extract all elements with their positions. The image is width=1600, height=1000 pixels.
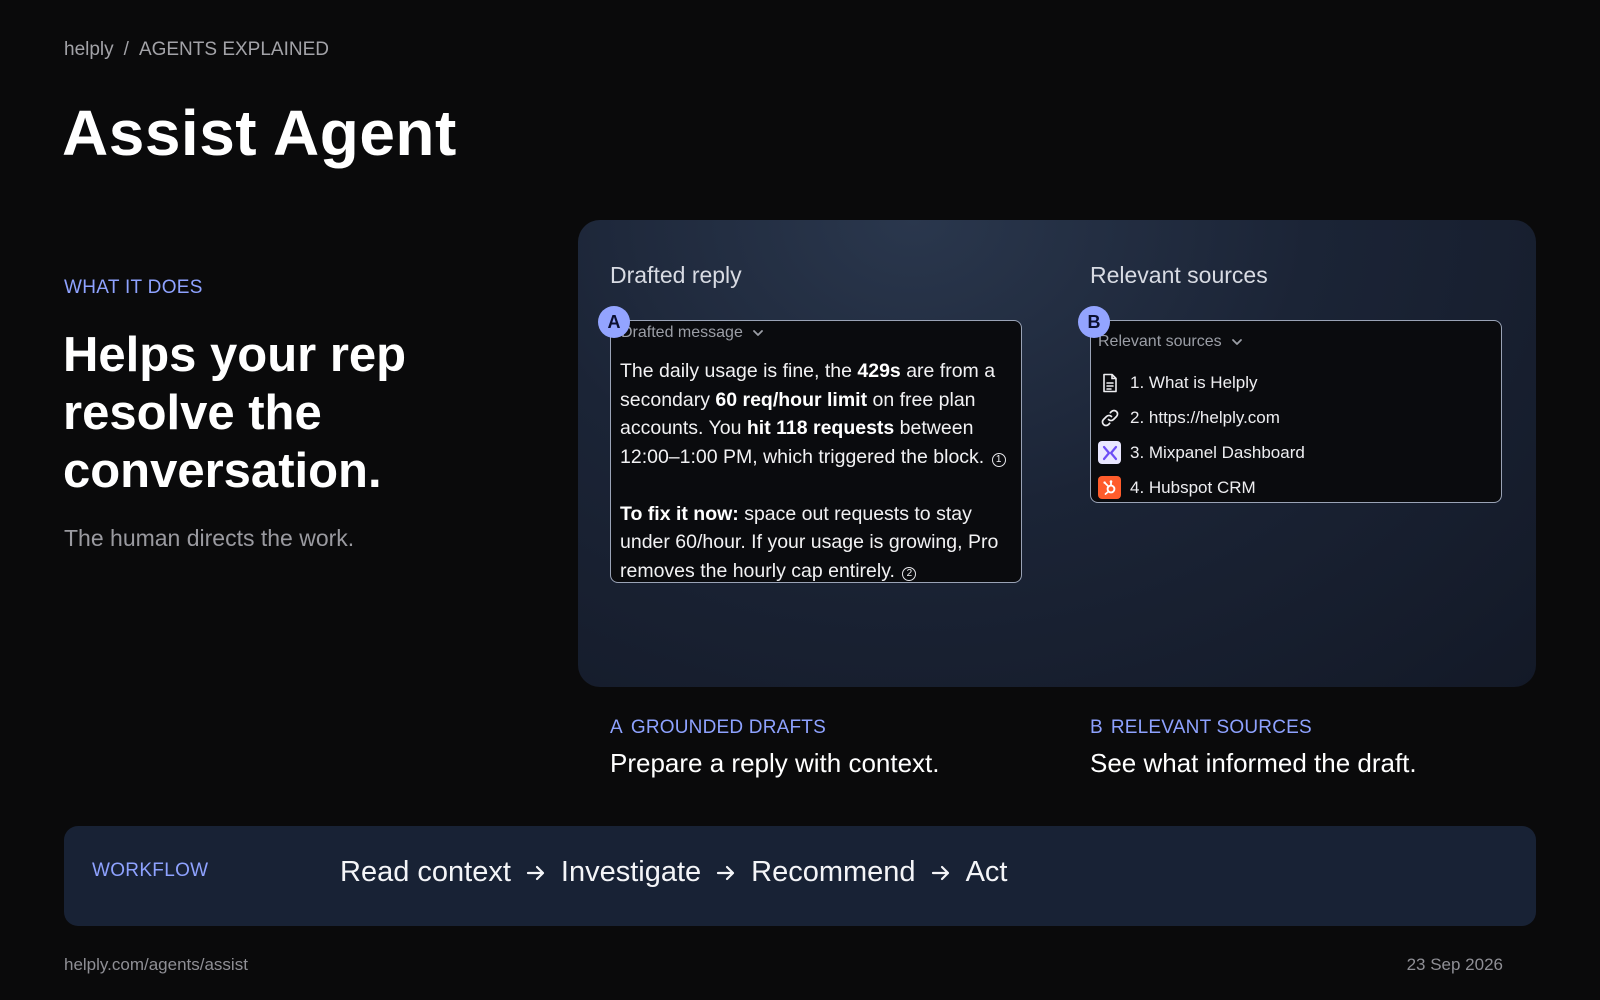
feature-panel: Drafted reply Relevant sources Drafted m… [578,220,1536,687]
workflow-step: Investigate [560,856,702,888]
source-item-helply-link[interactable]: 2. https://helply.com [1098,400,1488,435]
caption-letter: B [1090,717,1103,738]
drafted-message-dropdown[interactable]: Drafted message [621,324,765,342]
relevant-sources-dropdown[interactable]: Relevant sources [1098,333,1244,351]
hubspot-icon [1098,476,1121,499]
drafted-message-text[interactable]: The daily usage is fine, the 429s are fr… [620,357,1020,585]
citation-1-icon[interactable]: 1 [991,452,1006,467]
document-icon [1098,371,1121,394]
source-item-what-is-helply[interactable]: 1. What is Helply [1098,365,1488,400]
draft-text-run: The daily usage is fine, the [620,360,858,382]
breadcrumb: helply / AGENTS EXPLAINED [64,39,329,61]
chevron-down-icon [1231,339,1242,345]
workflow-step: Read context [340,856,511,888]
chevron-down-icon [752,330,763,336]
draft-highlight: To fix it now: [620,502,739,525]
mixpanel-icon [1098,441,1121,464]
workflow-label: WORKFLOW [92,860,209,881]
caption-text: See what informed the draft. [1090,748,1417,778]
footer-url[interactable]: helply.com/agents/assist [64,955,248,975]
draft-highlight: 60 req/hour limit [715,388,868,411]
caption-text: Prepare a reply with context. [610,748,940,778]
relevant-sources-heading: Relevant sources [1090,262,1268,288]
citation-2-icon[interactable]: 2 [902,566,917,581]
workflow-step: Recommend [751,856,916,888]
draft-paragraph-2: To fix it now: space out requests to sta… [620,503,998,582]
relevant-sources-dropdown-label: Relevant sources [1098,333,1222,350]
caption-label: RELEVANT SOURCES [1110,717,1312,738]
caption-label: GROUNDED DRAFTS [630,717,826,738]
draft-highlight: hit 118 requests [746,417,895,439]
draft-paragraph-1: The daily usage is fine, the 429s are fr… [620,360,995,468]
workflow-steps: Read context Investigate Recommend Act [340,856,1007,889]
page-title: Assist Agent [62,97,457,169]
drafted-message-dropdown-label: Drafted message [621,324,743,341]
source-label: 1. What is Helply [1130,372,1258,392]
subline: The human directs the work. [64,525,355,551]
caption-relevant-sources: B RELEVANT SOURCES See what informed the … [1090,717,1417,779]
workflow-bar: WORKFLOW Read context Investigate Recomm… [64,826,1536,926]
headline: Helps your rep resolve the conversation. [63,328,407,498]
breadcrumb-section[interactable]: AGENTS EXPLAINED [139,39,329,61]
what-it-does-label: WHAT IT DOES [64,277,203,298]
arrow-right-icon [931,865,949,880]
badge-a: A [598,306,630,338]
source-label: 2. https://helply.com [1130,407,1280,427]
link-icon [1098,406,1121,429]
badge-b: B [1078,306,1110,338]
footer-date: 23 Sep 2026 [1406,955,1503,974]
source-label: 4. Hubspot CRM [1130,477,1256,497]
source-label: 3. Mixpanel Dashboard [1130,442,1305,462]
caption-grounded-drafts: A GROUNDED DRAFTS Prepare a reply with co… [610,717,940,779]
workflow-step: Act [965,856,1008,888]
breadcrumb-brand[interactable]: helply [64,39,114,61]
caption-letter: A [610,717,623,738]
breadcrumb-separator: / [123,39,129,60]
drafted-message-box[interactable]: Drafted message The daily usage is fine,… [610,320,1022,583]
source-list: 1. What is Helply 2. https://helply.com … [1098,365,1488,505]
relevant-sources-box: Relevant sources 1. What is Helply 2. ht… [1090,320,1502,503]
drafted-reply-heading: Drafted reply [610,262,742,288]
source-item-mixpanel[interactable]: 3. Mixpanel Dashboard [1098,435,1488,470]
source-item-hubspot[interactable]: 4. Hubspot CRM [1098,470,1488,505]
arrow-right-icon [526,865,544,880]
arrow-right-icon [717,865,735,880]
draft-highlight: 429s [857,360,901,382]
